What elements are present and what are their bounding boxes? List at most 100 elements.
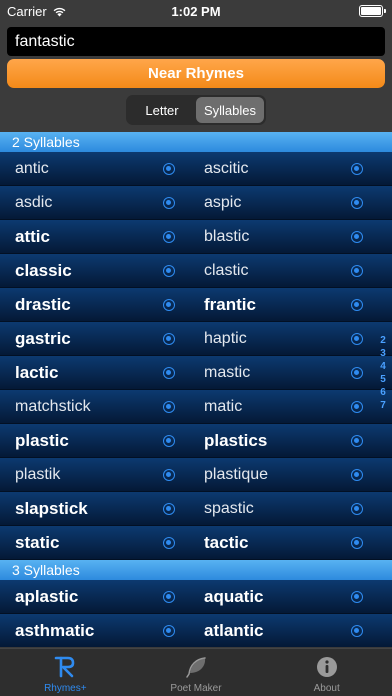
target-icon[interactable] — [351, 163, 363, 175]
word-cell[interactable]: clastic — [189, 254, 377, 288]
word-cell[interactable]: tactic — [189, 526, 377, 560]
rhyme-word: plastics — [204, 431, 268, 450]
section-index-item[interactable]: 3 — [380, 347, 386, 360]
segment-syllables-label: Syllables — [203, 102, 257, 118]
rhyme-word: slapstick — [15, 499, 88, 518]
target-icon[interactable] — [351, 503, 363, 515]
target-icon[interactable] — [163, 537, 175, 549]
status-bar: Carrier 1:02 PM — [0, 0, 392, 22]
target-icon[interactable] — [163, 469, 175, 481]
section-index-item[interactable]: 4 — [380, 360, 386, 373]
target-icon[interactable] — [163, 265, 175, 277]
segment-letter[interactable]: Letter — [128, 97, 196, 123]
word-cell[interactable]: drastic — [0, 288, 188, 322]
tab-about[interactable]: About — [261, 649, 392, 696]
target-icon[interactable] — [351, 591, 363, 603]
target-icon[interactable] — [163, 401, 175, 413]
target-icon[interactable] — [351, 333, 363, 345]
target-icon[interactable] — [163, 367, 175, 379]
target-icon[interactable] — [163, 333, 175, 345]
word-cell[interactable]: plastics — [189, 424, 377, 458]
word-cell[interactable]: ascitic — [189, 152, 377, 186]
target-icon[interactable] — [163, 435, 175, 447]
app-screen: Carrier 1:02 PM Near Rhymes Letter Sylla… — [0, 0, 392, 696]
target-icon[interactable] — [351, 537, 363, 549]
target-icon[interactable] — [163, 299, 175, 311]
word-cell[interactable]: asthmatic — [0, 614, 188, 647]
target-icon[interactable] — [163, 591, 175, 603]
word-cell[interactable]: frantic — [189, 288, 377, 322]
rhyme-word: blastic — [204, 228, 250, 245]
rhyme-word: gastric — [15, 329, 71, 348]
word-cell[interactable]: plastik — [0, 458, 188, 492]
search-input[interactable] — [7, 27, 385, 56]
rhyme-word: spastic — [204, 500, 254, 517]
word-cell[interactable]: aquatic — [189, 580, 377, 614]
section-header: 3 Syllables — [0, 560, 392, 580]
word-cell[interactable]: matic — [189, 390, 377, 424]
tab-poet-maker-label: Poet Maker — [170, 683, 222, 694]
word-cell[interactable]: antic — [0, 152, 188, 186]
rhyme-word: tactic — [204, 533, 249, 552]
rhyme-word: static — [15, 533, 60, 552]
near-rhymes-button[interactable]: Near Rhymes — [7, 59, 385, 88]
rhyme-word: clastic — [204, 262, 249, 279]
section-index-item[interactable]: 2 — [380, 334, 386, 347]
rhyme-word: haptic — [204, 330, 247, 347]
word-cell[interactable]: static — [0, 526, 188, 560]
tab-rhymes-plus-label: Rhymes+ — [44, 683, 87, 694]
rhyme-word: matic — [204, 398, 243, 415]
section-index-item[interactable]: 7 — [380, 399, 386, 412]
rhyme-word: drastic — [15, 295, 71, 314]
word-cell[interactable]: aplastic — [0, 580, 188, 614]
word-cell[interactable]: classic — [0, 254, 188, 288]
word-cell[interactable]: aspic — [189, 186, 377, 220]
target-icon[interactable] — [351, 625, 363, 637]
target-icon[interactable] — [351, 469, 363, 481]
word-cell[interactable]: atlantic — [189, 614, 377, 647]
word-row: slapstick spastic — [0, 492, 392, 526]
word-cell[interactable]: asdic — [0, 186, 188, 220]
word-cell[interactable]: plastic — [0, 424, 188, 458]
section-index-item[interactable]: 6 — [380, 386, 386, 399]
word-cell[interactable]: haptic — [189, 322, 377, 356]
word-cell[interactable]: mastic — [189, 356, 377, 390]
word-cell[interactable]: spastic — [189, 492, 377, 526]
rhyme-word: aspic — [204, 194, 242, 211]
tab-poet-maker[interactable]: Poet Maker — [131, 649, 262, 696]
rhyme-word: attic — [15, 227, 50, 246]
rhyme-list[interactable]: 2 Syllables antic ascitic asdic aspic attic bl… — [0, 132, 392, 647]
rhyme-word: asdic — [15, 194, 53, 211]
target-icon[interactable] — [163, 231, 175, 243]
target-icon[interactable] — [351, 197, 363, 209]
word-cell[interactable]: gastric — [0, 322, 188, 356]
target-icon[interactable] — [163, 625, 175, 637]
section-index-item[interactable]: 5 — [380, 373, 386, 386]
target-icon[interactable] — [351, 401, 363, 413]
word-row: gastric haptic — [0, 322, 392, 356]
word-cell[interactable]: plastique — [189, 458, 377, 492]
word-cell[interactable]: matchstick — [0, 390, 188, 424]
segment-letter-label: Letter — [145, 102, 179, 118]
target-icon[interactable] — [163, 197, 175, 209]
section-header: 2 Syllables — [0, 132, 392, 152]
rhyme-word: asthmatic — [15, 621, 95, 640]
section-index[interactable]: 234567 — [378, 334, 388, 412]
word-cell[interactable]: lactic — [0, 356, 188, 390]
tab-about-label: About — [313, 683, 340, 694]
target-icon[interactable] — [351, 231, 363, 243]
target-icon[interactable] — [351, 367, 363, 379]
word-row: drastic frantic — [0, 288, 392, 322]
rhyme-word: matchstick — [15, 398, 91, 415]
word-cell[interactable]: blastic — [189, 220, 377, 254]
target-icon[interactable] — [163, 163, 175, 175]
word-row: plastic plastics — [0, 424, 392, 458]
word-cell[interactable]: slapstick — [0, 492, 188, 526]
target-icon[interactable] — [351, 265, 363, 277]
target-icon[interactable] — [163, 503, 175, 515]
word-cell[interactable]: attic — [0, 220, 188, 254]
target-icon[interactable] — [351, 435, 363, 447]
tab-rhymes-plus[interactable]: Rhymes+ — [0, 649, 131, 696]
segment-syllables[interactable]: Syllables — [196, 97, 264, 123]
target-icon[interactable] — [351, 299, 363, 311]
